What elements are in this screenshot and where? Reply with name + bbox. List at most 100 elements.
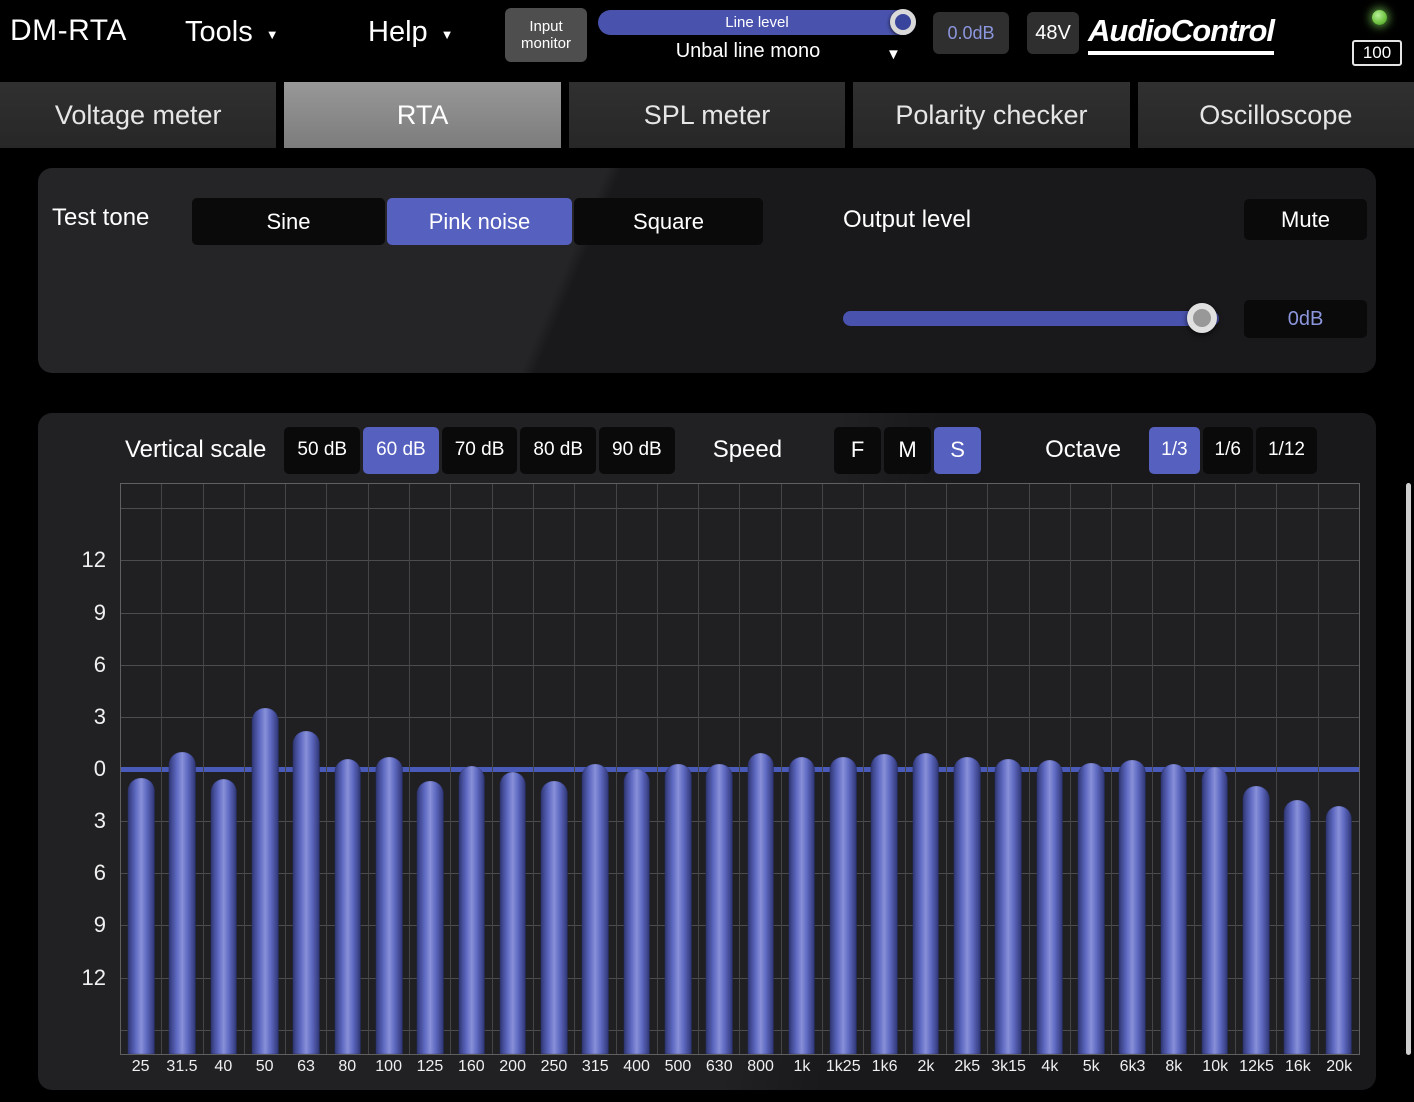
freq-column: [1195, 484, 1236, 1054]
tab-spl-meter[interactable]: SPL meter: [569, 82, 845, 148]
rta-bar: [128, 778, 155, 1054]
freq-label: 63: [285, 1058, 326, 1084]
db-axis-label: 12: [66, 965, 106, 991]
output-level-label: Output level: [843, 206, 971, 234]
pink-noise-button[interactable]: Pink noise: [387, 198, 572, 245]
scrollbar[interactable]: [1406, 483, 1411, 1055]
square-button[interactable]: Square: [574, 198, 763, 245]
freq-label: 400: [616, 1058, 657, 1084]
rta-bar: [1119, 760, 1146, 1054]
rta-bars: [121, 484, 1359, 1054]
battery-indicator: 100: [1352, 40, 1402, 66]
rta-controls-row: Vertical scale 50 dB 60 dB 70 dB 80 dB 9…: [38, 425, 1376, 475]
tab-polarity-checker[interactable]: Polarity checker: [853, 82, 1129, 148]
db-axis-label: 9: [66, 912, 106, 938]
freq-column: [1319, 484, 1359, 1054]
freq-label: 12k5: [1236, 1058, 1277, 1084]
db-axis-label: 12: [66, 547, 106, 573]
output-level-slider[interactable]: [843, 311, 1219, 326]
freq-column: [823, 484, 864, 1054]
freq-label: 20k: [1319, 1058, 1360, 1084]
tab-rta[interactable]: RTA: [284, 82, 560, 148]
freq-column: [617, 484, 658, 1054]
db-axis-label: 6: [66, 860, 106, 886]
top-bar: DM-RTA Tools ▼ Help ▼ Input monitor Line…: [0, 0, 1414, 70]
freq-label: 100: [368, 1058, 409, 1084]
line-level-slider[interactable]: Line level: [598, 10, 916, 35]
freq-label: 160: [451, 1058, 492, 1084]
input-source-select[interactable]: Unbal line mono: [598, 40, 898, 63]
freq-label: 80: [327, 1058, 368, 1084]
freq-label: 31.5: [161, 1058, 202, 1084]
freq-label: 800: [740, 1058, 781, 1084]
input-monitor-button[interactable]: Input monitor: [505, 8, 587, 62]
freq-label: 630: [699, 1058, 740, 1084]
rta-bar: [1078, 763, 1105, 1054]
freq-label: 1k25: [823, 1058, 864, 1084]
freq-column: [1153, 484, 1194, 1054]
output-level-knob[interactable]: [1187, 303, 1217, 333]
freq-label: 125: [409, 1058, 450, 1084]
freq-label: 1k: [781, 1058, 822, 1084]
freq-column: [906, 484, 947, 1054]
scale-90db-button[interactable]: 90 dB: [599, 427, 675, 474]
rta-bar: [417, 781, 444, 1054]
tab-voltage-meter[interactable]: Voltage meter: [0, 82, 276, 148]
rta-bar: [871, 754, 898, 1054]
scale-50db-button[interactable]: 50 dB: [284, 427, 360, 474]
freq-column: [1030, 484, 1071, 1054]
db-axis-label: 3: [66, 808, 106, 834]
sine-button[interactable]: Sine: [192, 198, 385, 245]
freq-column: [658, 484, 699, 1054]
octave-1-6-button[interactable]: 1/6: [1203, 427, 1253, 474]
input-monitor-label-line1: Input: [529, 18, 562, 35]
freq-label: 25: [120, 1058, 161, 1084]
scale-60db-button[interactable]: 60 dB: [363, 427, 439, 474]
tools-menu[interactable]: Tools ▼: [185, 16, 279, 49]
octave-label: Octave: [1045, 436, 1121, 464]
freq-label: 2k: [905, 1058, 946, 1084]
tools-menu-label: Tools: [185, 16, 253, 49]
line-level-group: Line level Unbal line mono ▼: [598, 0, 916, 70]
speed-medium-button[interactable]: M: [884, 427, 931, 474]
help-menu[interactable]: Help ▼: [368, 16, 454, 49]
rta-bar: [954, 757, 981, 1054]
level-readout: 0.0dB: [933, 12, 1009, 54]
rta-bar: [912, 753, 939, 1054]
scale-70db-button[interactable]: 70 dB: [442, 427, 518, 474]
test-tone-label: Test tone: [52, 204, 149, 232]
freq-label: 5k: [1071, 1058, 1112, 1084]
octave-1-3-button[interactable]: 1/3: [1149, 427, 1199, 474]
freq-label: 1k6: [864, 1058, 905, 1084]
scale-80db-button[interactable]: 80 dB: [520, 427, 596, 474]
app-title: DM-RTA: [10, 14, 127, 48]
vertical-scale-label: Vertical scale: [125, 436, 266, 464]
phantom-power-button[interactable]: 48V: [1027, 12, 1079, 54]
mute-button[interactable]: Mute: [1244, 199, 1367, 240]
freq-label: 8k: [1153, 1058, 1194, 1084]
octave-1-12-button[interactable]: 1/12: [1256, 427, 1317, 474]
freq-label: 3k15: [988, 1058, 1029, 1084]
speed-slow-button[interactable]: S: [934, 427, 981, 474]
rta-bar: [706, 764, 733, 1054]
rta-bar: [458, 766, 485, 1054]
rta-bar: [830, 757, 857, 1054]
line-level-label: Line level: [725, 14, 788, 31]
status-led-icon: [1372, 10, 1387, 25]
rta-bar: [500, 772, 527, 1054]
freq-label: 4k: [1029, 1058, 1070, 1084]
freq-column: [1071, 484, 1112, 1054]
rta-bar: [334, 759, 361, 1054]
db-axis-label: 9: [66, 600, 106, 626]
rta-panel: Vertical scale 50 dB 60 dB 70 dB 80 dB 9…: [38, 413, 1376, 1090]
tab-oscilloscope[interactable]: Oscilloscope: [1138, 82, 1414, 148]
chevron-down-icon[interactable]: ▼: [886, 46, 901, 63]
db-axis-label: 3: [66, 704, 106, 730]
freq-column: [410, 484, 451, 1054]
line-level-knob[interactable]: [890, 9, 916, 35]
speed-fast-button[interactable]: F: [834, 427, 881, 474]
rta-bar: [665, 764, 692, 1054]
freq-column: [947, 484, 988, 1054]
freq-column: [204, 484, 245, 1054]
test-tone-panel: Test tone Sine Pink noise Square Output …: [38, 168, 1376, 373]
